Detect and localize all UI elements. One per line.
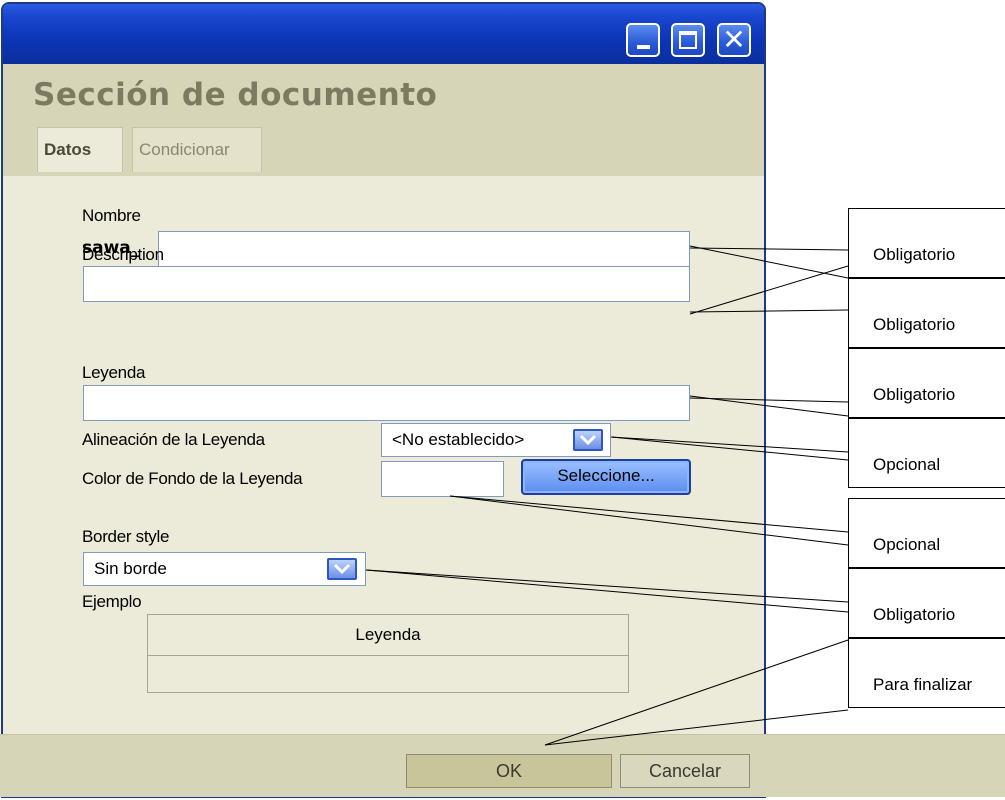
leader-nombre-b — [689, 247, 849, 251]
leader-border-style-b — [365, 569, 849, 613]
leader-alineacion — [610, 436, 849, 453]
leader-border-style — [365, 569, 849, 603]
leader-ok — [544, 639, 849, 746]
leader-description — [689, 265, 849, 315]
leader-alineacion-b — [610, 436, 849, 461]
leader-leyenda-b — [689, 397, 849, 403]
leader-description-b — [689, 309, 849, 313]
callout-leader-lines — [365, 245, 849, 746]
leader-ok-b — [544, 709, 849, 746]
leader-color-fondo — [449, 495, 849, 533]
leader-color-fondo-b — [449, 495, 849, 546]
